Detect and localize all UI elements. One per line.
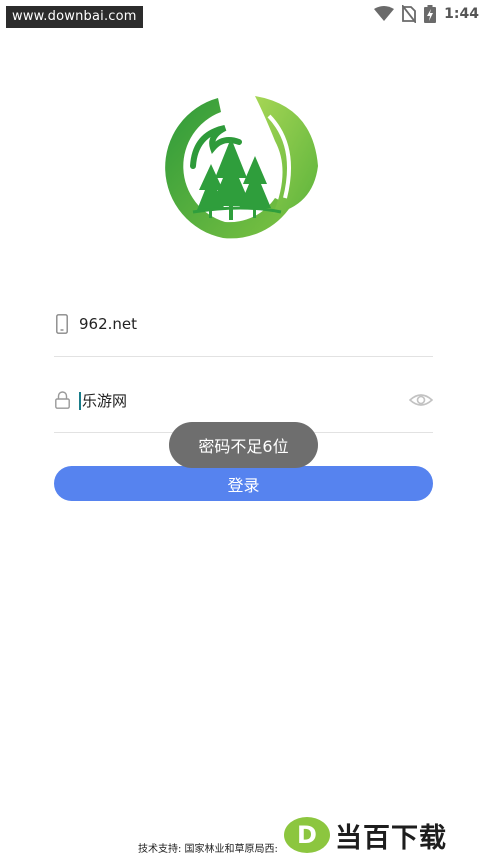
downbai-logo-icon: D bbox=[284, 817, 330, 853]
status-time: 1:44 bbox=[444, 6, 479, 22]
svg-text:D: D bbox=[297, 821, 317, 849]
login-button[interactable]: 登录 bbox=[54, 466, 433, 501]
username-field[interactable]: 962.net bbox=[54, 304, 433, 344]
eye-icon[interactable] bbox=[409, 390, 433, 410]
watermark-logo-text: 当百下载 bbox=[335, 822, 447, 854]
support-text: 技术支持: 国家林业和草原局西: bbox=[138, 844, 278, 855]
status-icons: 1:44 bbox=[374, 4, 479, 24]
watermark-logo: D 当百下载 bbox=[283, 812, 483, 858]
password-text: 乐游网 bbox=[82, 391, 128, 410]
battery-charging-icon bbox=[424, 5, 437, 23]
phone-icon bbox=[54, 314, 70, 334]
username-divider bbox=[54, 356, 433, 357]
no-sim-icon bbox=[402, 5, 417, 23]
username-value: 962.net bbox=[79, 315, 138, 333]
watermark-label: www.downbai.com bbox=[6, 6, 143, 28]
wifi-icon bbox=[374, 6, 395, 21]
app-logo bbox=[165, 96, 318, 239]
toast-message: 密码不足6位 bbox=[169, 422, 318, 468]
text-cursor bbox=[79, 392, 81, 410]
lock-icon bbox=[54, 390, 70, 410]
status-bar: www.downbai.com 1:44 bbox=[0, 0, 487, 30]
password-value: 乐游网 bbox=[79, 390, 127, 411]
password-field[interactable]: 乐游网 bbox=[54, 380, 433, 420]
